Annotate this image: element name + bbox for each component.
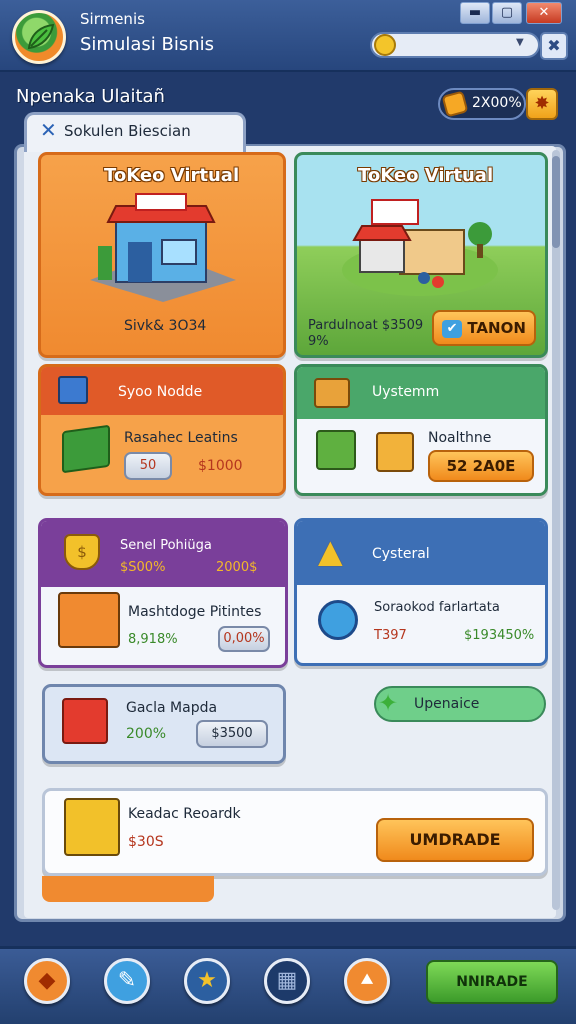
stopwatch-icon — [318, 600, 358, 640]
machine-icon — [316, 430, 356, 470]
crate-icon — [62, 424, 110, 474]
upgrade-button[interactable]: UMDRADE — [376, 818, 534, 862]
leaf-icon — [27, 23, 55, 50]
orange-strip — [42, 876, 214, 902]
promo-percent-chip[interactable]: 0,00% — [218, 626, 270, 652]
coin-value: 2X00% — [472, 95, 522, 111]
maximize-button[interactable]: ▢ — [492, 2, 522, 24]
scrollbar[interactable] — [552, 150, 560, 910]
promo-card-v1: $S00% — [120, 560, 166, 575]
tab-label: Sokulen Biescian — [64, 122, 191, 140]
booth-icon — [62, 698, 108, 744]
warehouse-icon — [58, 376, 88, 404]
nav-rank-button[interactable]: ⯅ — [344, 958, 390, 1004]
store-card-2-stat: Pardulnoat $3509 — [308, 318, 424, 333]
shield-coin-icon: $ — [64, 534, 100, 570]
settings-button[interactable]: ✖ — [540, 32, 568, 60]
nav-grid-button[interactable]: ▦ — [264, 958, 310, 1004]
store-card-title: ToKeo Virtual — [104, 165, 240, 186]
nav-tools-button[interactable]: ✎ — [104, 958, 150, 1004]
bottom-upgrade-button[interactable]: NNIRADE — [426, 960, 558, 1004]
system-action-button[interactable]: 52 2A0E — [428, 450, 534, 482]
store-card-2-percent: 9% — [308, 334, 329, 349]
upgrade-pill-label: Upenaice — [414, 696, 480, 712]
star-icon: ✦ — [378, 689, 399, 717]
close-button[interactable]: ✕ — [526, 2, 562, 24]
place-price-chip[interactable]: $3500 — [196, 720, 268, 748]
mode-card-title: Syoo Nodde — [118, 384, 203, 400]
reward-card-value: $30S — [128, 834, 164, 850]
promo-card-label: Mashtdoge Pitintes — [128, 604, 262, 620]
app-subtitle: Simulasi Bisnis — [80, 34, 215, 55]
promo-card-v2: 2000$ — [216, 560, 258, 575]
barrel-icon — [314, 378, 350, 408]
place-card-green: 200% — [126, 726, 167, 742]
app-name: Sirmenis — [80, 10, 145, 28]
warning-icon: ▲ — [318, 532, 343, 570]
scrollbar-thumb[interactable] — [552, 156, 560, 248]
promo-card-green: 8,918% — [128, 632, 178, 647]
minimize-button[interactable]: ▬ — [460, 2, 490, 24]
reward-card-label: Keadac Reoardk — [128, 806, 241, 822]
crossed-tools-icon: ✕ — [40, 118, 57, 142]
place-card-label: Gacla Mapda — [126, 700, 218, 716]
chevron-down-icon[interactable]: ▼ — [516, 37, 524, 48]
promo-card-title: Senel Pohiüga — [120, 538, 212, 553]
mode-card-value: $1000 — [198, 458, 243, 474]
chevron-up-icon: ⯅ — [358, 968, 376, 993]
system-card-2-label: Soraokod farlartata — [374, 600, 500, 615]
system-card-2-green: $193450% — [464, 628, 535, 643]
tools-icon: ✖ — [547, 36, 561, 55]
factory-icon — [64, 798, 120, 856]
cart-icon — [376, 432, 414, 472]
store-card-stat: Sivk& 3O34 — [124, 318, 207, 334]
system-card-title: Uystemm — [372, 384, 440, 400]
nav-home-button[interactable]: ◆ — [24, 958, 70, 1004]
system-card-2-red: T397 — [374, 628, 407, 643]
store-card-2-title: ToKeo Virtual — [358, 165, 494, 186]
mode-count-chip[interactable]: 50 — [124, 452, 172, 480]
page-heading: Npenaka Ulaitañ — [16, 86, 165, 107]
stall-icon — [58, 592, 120, 648]
system-card-2-title: Cysteral — [372, 546, 430, 562]
app-logo — [12, 10, 66, 64]
system-card-label: Noalthne — [428, 430, 492, 446]
market-building-icon — [342, 199, 498, 296]
grid-icon: ▦ — [276, 968, 298, 993]
star-icon: ★ — [197, 968, 217, 993]
store-action-button[interactable]: ✔ TANON — [432, 310, 536, 346]
diamond-icon: ◆ — [38, 968, 56, 993]
star-burst-icon: ✸ — [534, 93, 550, 114]
wrench-icon: ✎ — [117, 968, 137, 993]
nav-star-button[interactable]: ★ — [184, 958, 230, 1004]
store-action-label: TANON — [467, 319, 526, 337]
bonus-button[interactable]: ✸ — [526, 88, 558, 120]
checkmark-icon: ✔ — [442, 319, 463, 338]
search-icon[interactable] — [374, 34, 396, 56]
mode-card-label: Rasahec Leatins — [124, 430, 238, 446]
shop-building-icon — [90, 193, 236, 302]
